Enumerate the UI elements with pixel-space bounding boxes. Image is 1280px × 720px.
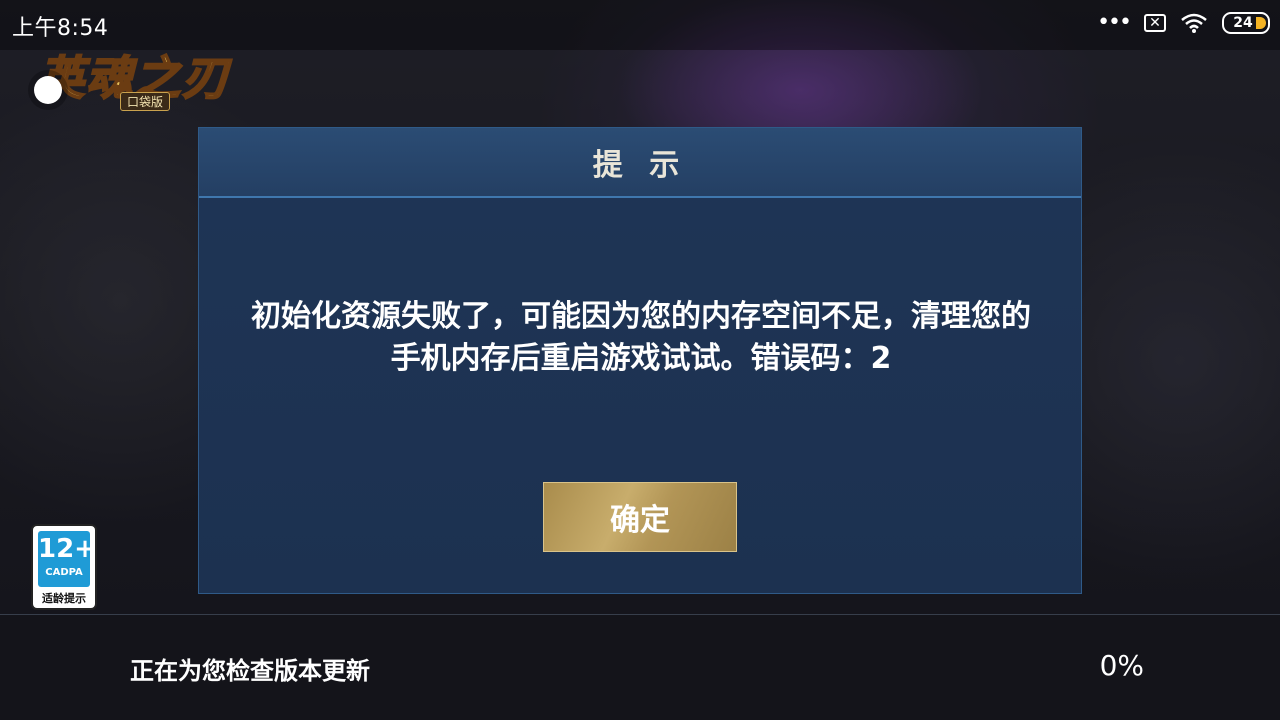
age-rating-panel: 12+ CADPA bbox=[38, 531, 96, 587]
dialog-title: 提 示 bbox=[592, 148, 688, 183]
update-status-text: 正在为您检查版本更新 bbox=[130, 657, 370, 685]
age-rating-badge: 12+ CADPA 适龄提示 bbox=[31, 524, 97, 610]
status-icons: ••• ✕ 24 bbox=[1097, 12, 1270, 34]
close-box-icon: ✕ bbox=[1144, 14, 1166, 32]
wifi-icon bbox=[1181, 13, 1207, 33]
game-screen: 上午8:54 ••• ✕ 24 英魂之刃 口袋版 提 示 初始化资源失败了，可能… bbox=[0, 0, 1280, 720]
dialog-message: 初始化资源失败了，可能因为您的内存空间不足，清理您的手机内存后重启游戏试试。错误… bbox=[251, 299, 1031, 376]
confirm-button[interactable]: 确定 bbox=[543, 482, 737, 552]
update-status-bar: 正在为您检查版本更新 0% bbox=[0, 614, 1280, 720]
age-rating-caption: 适龄提示 bbox=[42, 592, 86, 605]
age-rating-number: 12+ bbox=[38, 534, 96, 564]
update-progress-text: 0% bbox=[1099, 649, 1144, 682]
floating-assistant-button[interactable] bbox=[34, 76, 62, 104]
dialog-header: 提 示 bbox=[199, 128, 1081, 198]
age-rating-org: CADPA bbox=[45, 567, 83, 578]
battery-icon: 24 bbox=[1222, 12, 1270, 34]
alert-dialog: 提 示 初始化资源失败了，可能因为您的内存空间不足，清理您的手机内存后重启游戏试… bbox=[198, 127, 1082, 594]
logo-subtitle: 口袋版 bbox=[120, 92, 171, 111]
battery-level: 24 bbox=[1233, 15, 1253, 31]
more-dots-icon: ••• bbox=[1097, 10, 1132, 35]
